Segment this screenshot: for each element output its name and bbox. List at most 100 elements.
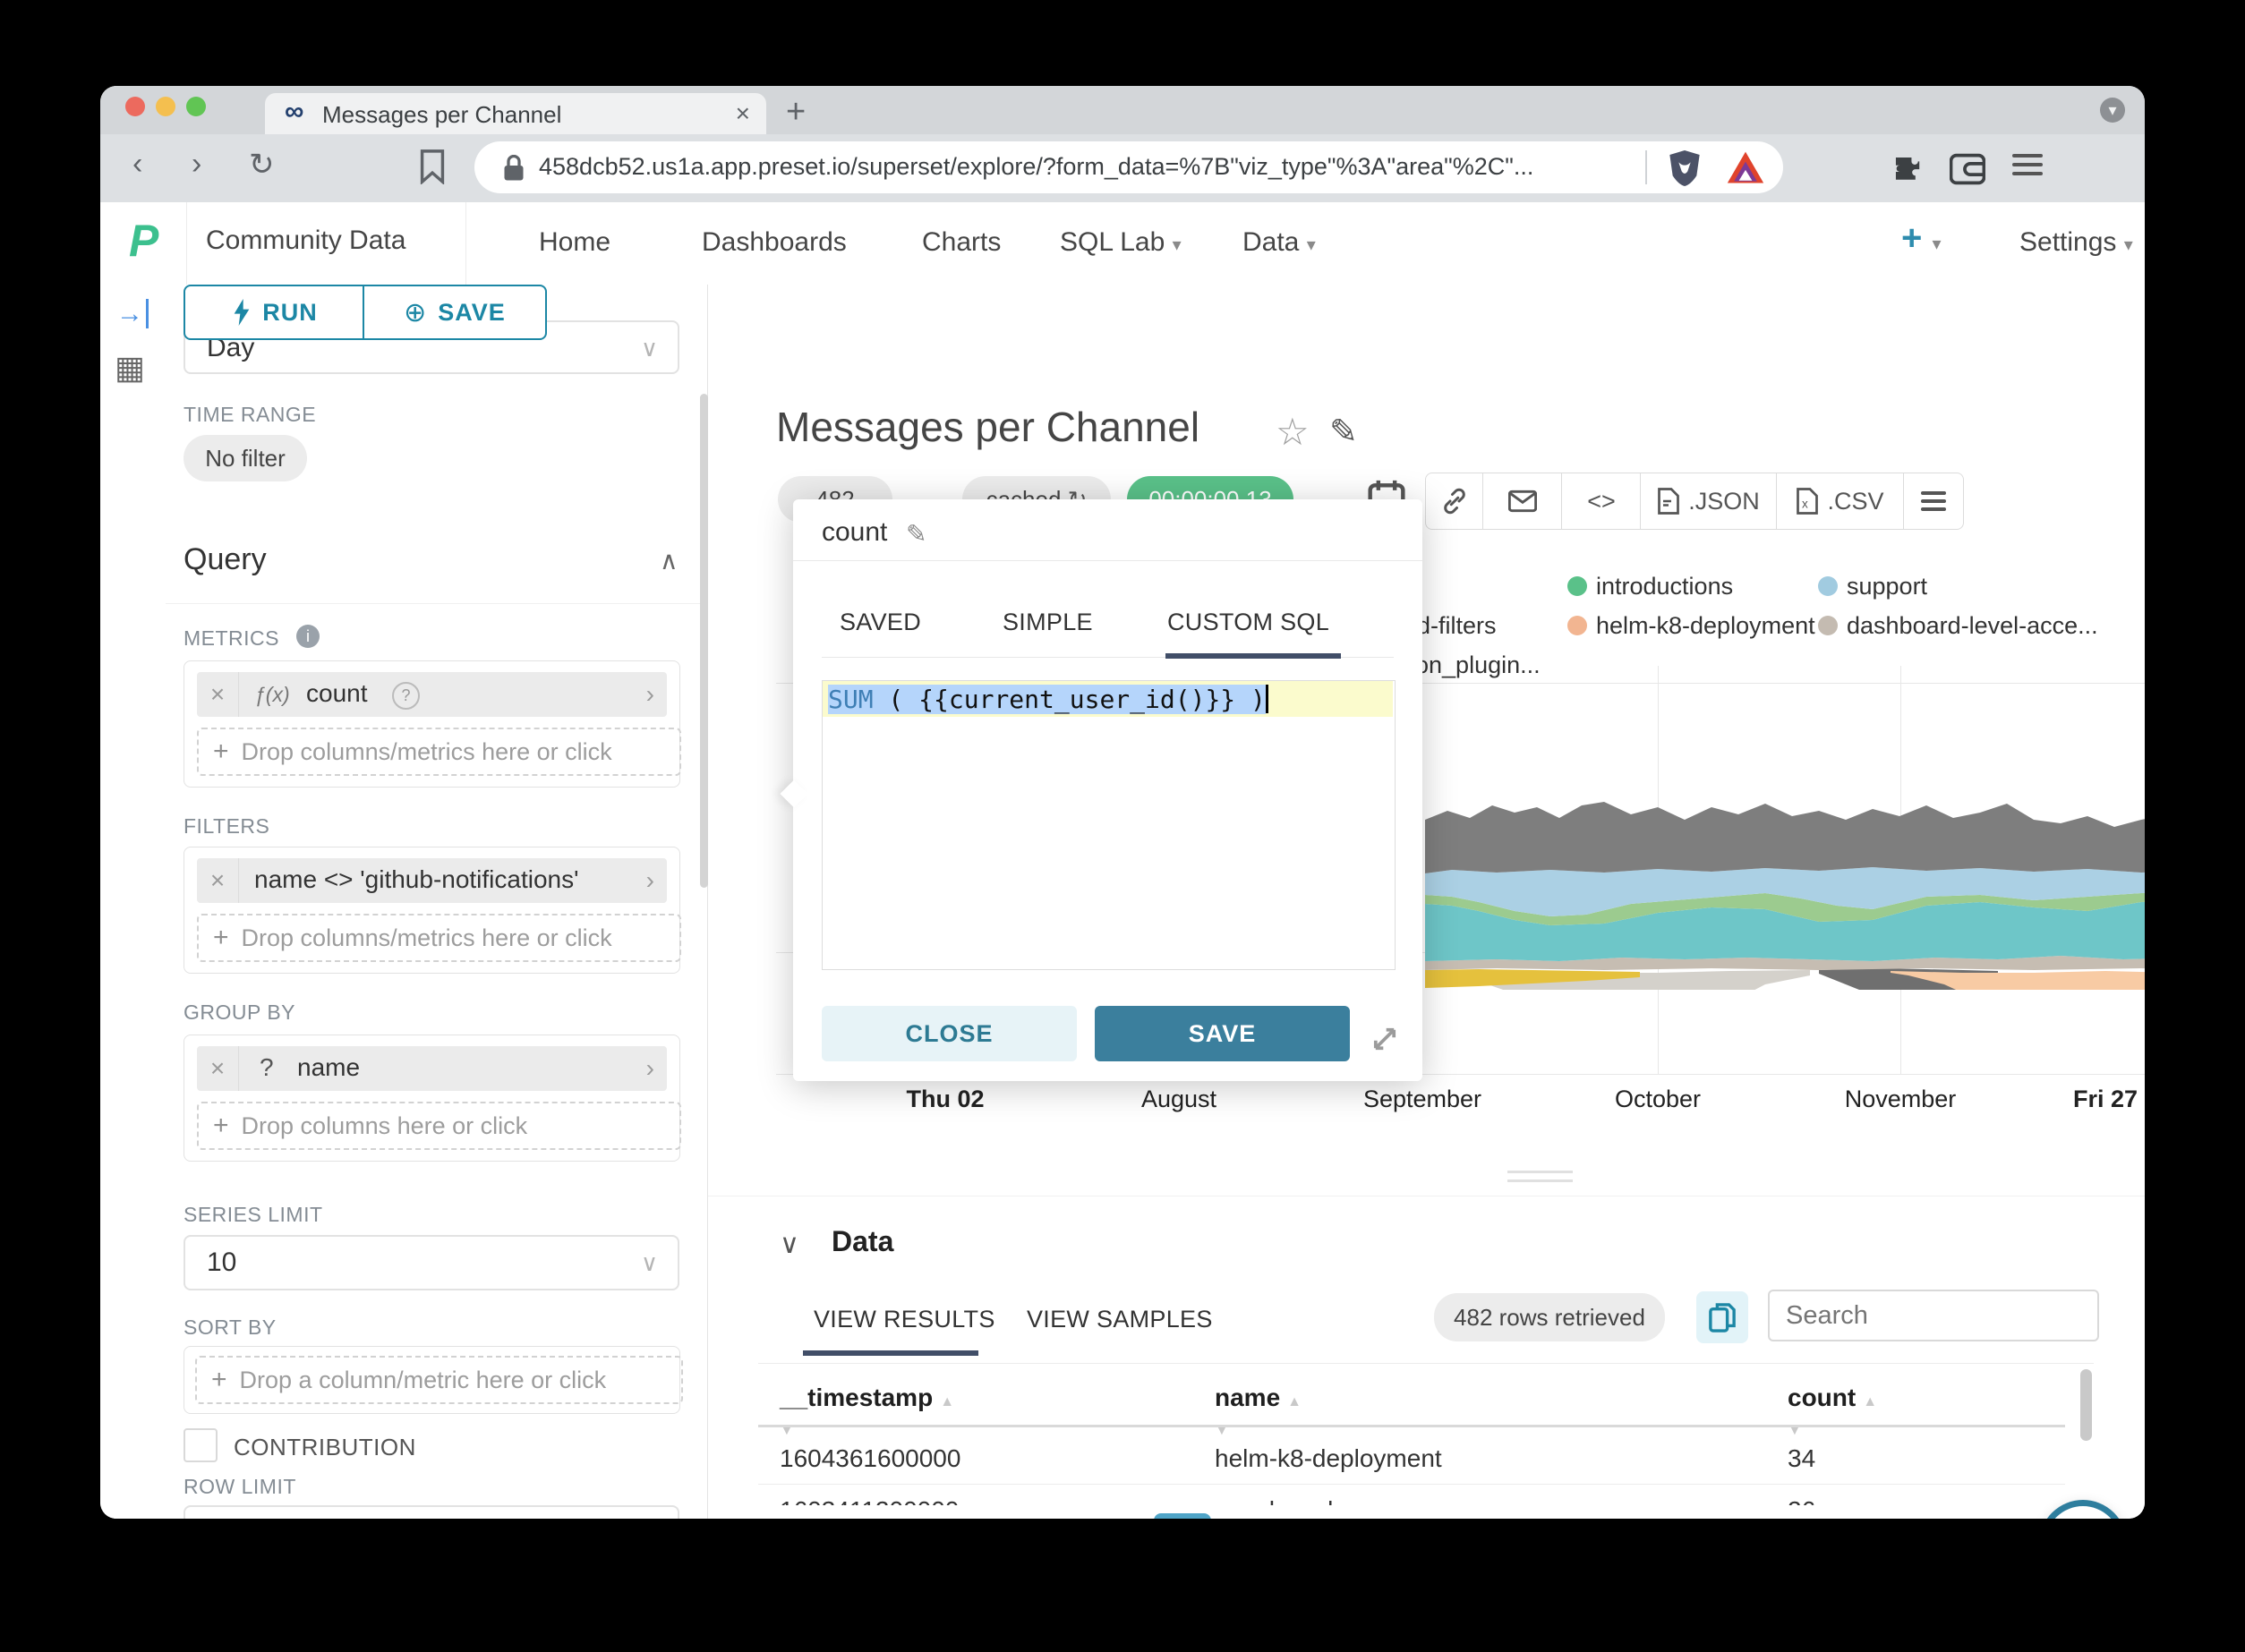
minimize-window-button[interactable] bbox=[156, 97, 175, 116]
nav-link-sql-lab[interactable]: SQL Lab ▾ bbox=[1060, 227, 1182, 258]
collapse-data-icon[interactable]: ∨ bbox=[780, 1229, 799, 1260]
row-limit-value: 1000 bbox=[207, 1518, 267, 1519]
group-by-dropzone[interactable]: +Drop columns here or click bbox=[197, 1102, 681, 1150]
tab-search-dropdown-icon[interactable]: ▾ bbox=[2100, 98, 2125, 123]
browser-tab[interactable]: ∞ Messages per Channel × bbox=[265, 93, 766, 134]
export-json-button[interactable]: .JSON bbox=[1640, 473, 1778, 530]
chevron-down-icon: ▾ bbox=[1307, 235, 1316, 255]
brave-shield-icon[interactable] bbox=[1667, 149, 1703, 188]
sql-code-line: SUM ( {{current_user_id()}} ) bbox=[828, 685, 1268, 714]
collapse-section-icon[interactable]: ∧ bbox=[660, 546, 679, 575]
metrics-label: METRICS bbox=[184, 626, 279, 651]
bookmark-icon[interactable] bbox=[419, 149, 446, 184]
workspace-name[interactable]: Community Data bbox=[206, 226, 405, 256]
tab-close-icon[interactable]: × bbox=[736, 99, 750, 128]
streamgraph-plot[interactable] bbox=[1425, 766, 2145, 990]
legend-dot-icon bbox=[1567, 616, 1587, 635]
new-tab-button[interactable]: + bbox=[786, 95, 806, 129]
group-by-chip[interactable]: × ? name › bbox=[197, 1046, 667, 1091]
x-tick: November bbox=[1845, 1086, 1957, 1113]
export-csv-button[interactable]: x .CSV bbox=[1776, 473, 1905, 530]
legend-item[interactable]: support bbox=[1818, 573, 1927, 600]
url-bar[interactable]: 458dcb52.us1a.app.preset.io/superset/exp… bbox=[474, 141, 1783, 193]
remove-metric-icon[interactable]: × bbox=[197, 672, 239, 717]
edit-name-pencil-icon[interactable]: ✎ bbox=[906, 519, 926, 549]
tab-view-samples[interactable]: VIEW SAMPLES bbox=[1027, 1306, 1213, 1333]
forward-icon[interactable]: › bbox=[192, 147, 201, 182]
cell-count: 26 bbox=[1788, 1496, 1815, 1505]
filters-dropzone[interactable]: +Drop columns/metrics here or click bbox=[197, 914, 681, 962]
remove-filter-icon[interactable]: × bbox=[197, 858, 239, 903]
legend-item[interactable]: introductions bbox=[1567, 573, 1733, 600]
remove-group-icon[interactable]: × bbox=[197, 1046, 239, 1091]
stream-gray bbox=[1425, 802, 2145, 873]
nav-link-home[interactable]: Home bbox=[539, 227, 610, 258]
resize-popover-icon[interactable] bbox=[1370, 1024, 1400, 1054]
tab-title: Messages per Channel bbox=[322, 101, 561, 129]
legend-item[interactable]: on_plugin... bbox=[1415, 651, 1541, 679]
browser-menu-icon[interactable] bbox=[2012, 149, 2043, 181]
legend-dot-icon bbox=[1818, 616, 1838, 635]
tab-saved[interactable]: SAVED bbox=[840, 609, 921, 636]
series-limit-select[interactable]: 10 ∨ bbox=[184, 1235, 679, 1290]
back-icon[interactable]: ‹ bbox=[132, 147, 142, 182]
copy-icon bbox=[1709, 1302, 1736, 1333]
more-options-button[interactable] bbox=[1903, 473, 1964, 530]
row-divider bbox=[758, 1484, 2065, 1485]
popover-save-button[interactable]: SAVE bbox=[1095, 1006, 1350, 1061]
new-item-plus-button[interactable]: + ▾ bbox=[1901, 218, 1942, 259]
resize-drag-handle[interactable] bbox=[1507, 1171, 1573, 1182]
reload-icon[interactable]: ↻ bbox=[249, 147, 275, 183]
email-button[interactable] bbox=[1482, 473, 1563, 530]
favorite-star-icon[interactable]: ☆ bbox=[1276, 410, 1310, 454]
legend-item[interactable]: helm-k8-deployment bbox=[1567, 612, 1815, 640]
tab-view-results[interactable]: VIEW RESULTS bbox=[814, 1306, 995, 1333]
copy-data-button[interactable] bbox=[1696, 1291, 1748, 1343]
embed-code-button[interactable]: <> bbox=[1561, 473, 1642, 530]
screenshot-root: ∞ Messages per Channel × + ▾ ‹ › ↻ 458dc… bbox=[0, 0, 2245, 1652]
nav-link-dashboards[interactable]: Dashboards bbox=[702, 227, 847, 258]
datasource-grid-icon[interactable]: ▦ bbox=[115, 349, 145, 387]
column-header-timestamp[interactable]: __timestamp▲▼ bbox=[780, 1384, 954, 1441]
sort-by-dropzone[interactable]: +Drop a column/metric here or click bbox=[195, 1356, 683, 1404]
time-range-filter-pill[interactable]: No filter bbox=[184, 435, 307, 481]
filter-chip[interactable]: × name <> 'github-notifications' › bbox=[197, 858, 667, 903]
pagination: « 1 2 3 4 5 ... 10 » bbox=[1093, 1513, 1773, 1519]
wallet-icon[interactable] bbox=[1950, 152, 1985, 186]
file-x-icon: x bbox=[1797, 488, 1818, 515]
metric-edit-popover: count ✎ SAVED SIMPLE CUSTOM SQL SUM ( {{… bbox=[793, 499, 1422, 1081]
legend-item[interactable]: d-filters bbox=[1417, 612, 1497, 640]
table-scrollbar[interactable] bbox=[2080, 1369, 2092, 1441]
panel-scrollbar[interactable] bbox=[700, 394, 708, 888]
plus-icon: + bbox=[213, 737, 229, 767]
tab-custom-sql[interactable]: CUSTOM SQL bbox=[1167, 609, 1329, 636]
column-header-count[interactable]: count▲▼ bbox=[1788, 1384, 1877, 1441]
extensions-puzzle-icon[interactable] bbox=[1891, 152, 1925, 186]
run-button[interactable]: RUN bbox=[184, 285, 366, 340]
share-link-button[interactable] bbox=[1425, 473, 1484, 530]
preset-logo[interactable]: P bbox=[129, 215, 158, 267]
metrics-dropzone[interactable]: +Drop columns/metrics here or click bbox=[197, 728, 681, 776]
tab-simple[interactable]: SIMPLE bbox=[1003, 609, 1093, 636]
bat-rewards-icon[interactable] bbox=[1726, 149, 1765, 188]
popover-close-button[interactable]: CLOSE bbox=[822, 1006, 1077, 1061]
nav-link-charts[interactable]: Charts bbox=[922, 227, 1001, 258]
nav-link-data[interactable]: Data ▾ bbox=[1242, 227, 1316, 258]
popover-divider bbox=[793, 560, 1422, 561]
zoom-window-button[interactable] bbox=[186, 97, 206, 116]
sql-editor[interactable]: SUM ( {{current_user_id()}} ) bbox=[822, 680, 1396, 970]
legend-item[interactable]: dashboard-level-acce... bbox=[1818, 612, 2098, 640]
contribution-checkbox[interactable] bbox=[184, 1428, 218, 1462]
row-limit-select[interactable]: 1000 ∨ bbox=[184, 1505, 679, 1519]
search-input[interactable] bbox=[1768, 1290, 2099, 1341]
mail-icon bbox=[1508, 490, 1537, 513]
metric-chip[interactable]: × ƒ(x) count ? › bbox=[197, 672, 667, 717]
edit-chart-properties-icon[interactable]: ✎ bbox=[1329, 412, 1358, 452]
save-query-button[interactable]: ⊕ SAVE bbox=[363, 285, 547, 340]
column-type-icon: ? bbox=[260, 1053, 274, 1082]
collapse-panel-icon[interactable]: → bbox=[116, 299, 149, 329]
settings-menu[interactable]: Settings ▾ bbox=[2019, 227, 2133, 258]
column-header-name[interactable]: name▲▼ bbox=[1215, 1384, 1302, 1441]
close-window-button[interactable] bbox=[125, 97, 145, 116]
page-active[interactable]: 1 bbox=[1154, 1513, 1211, 1519]
